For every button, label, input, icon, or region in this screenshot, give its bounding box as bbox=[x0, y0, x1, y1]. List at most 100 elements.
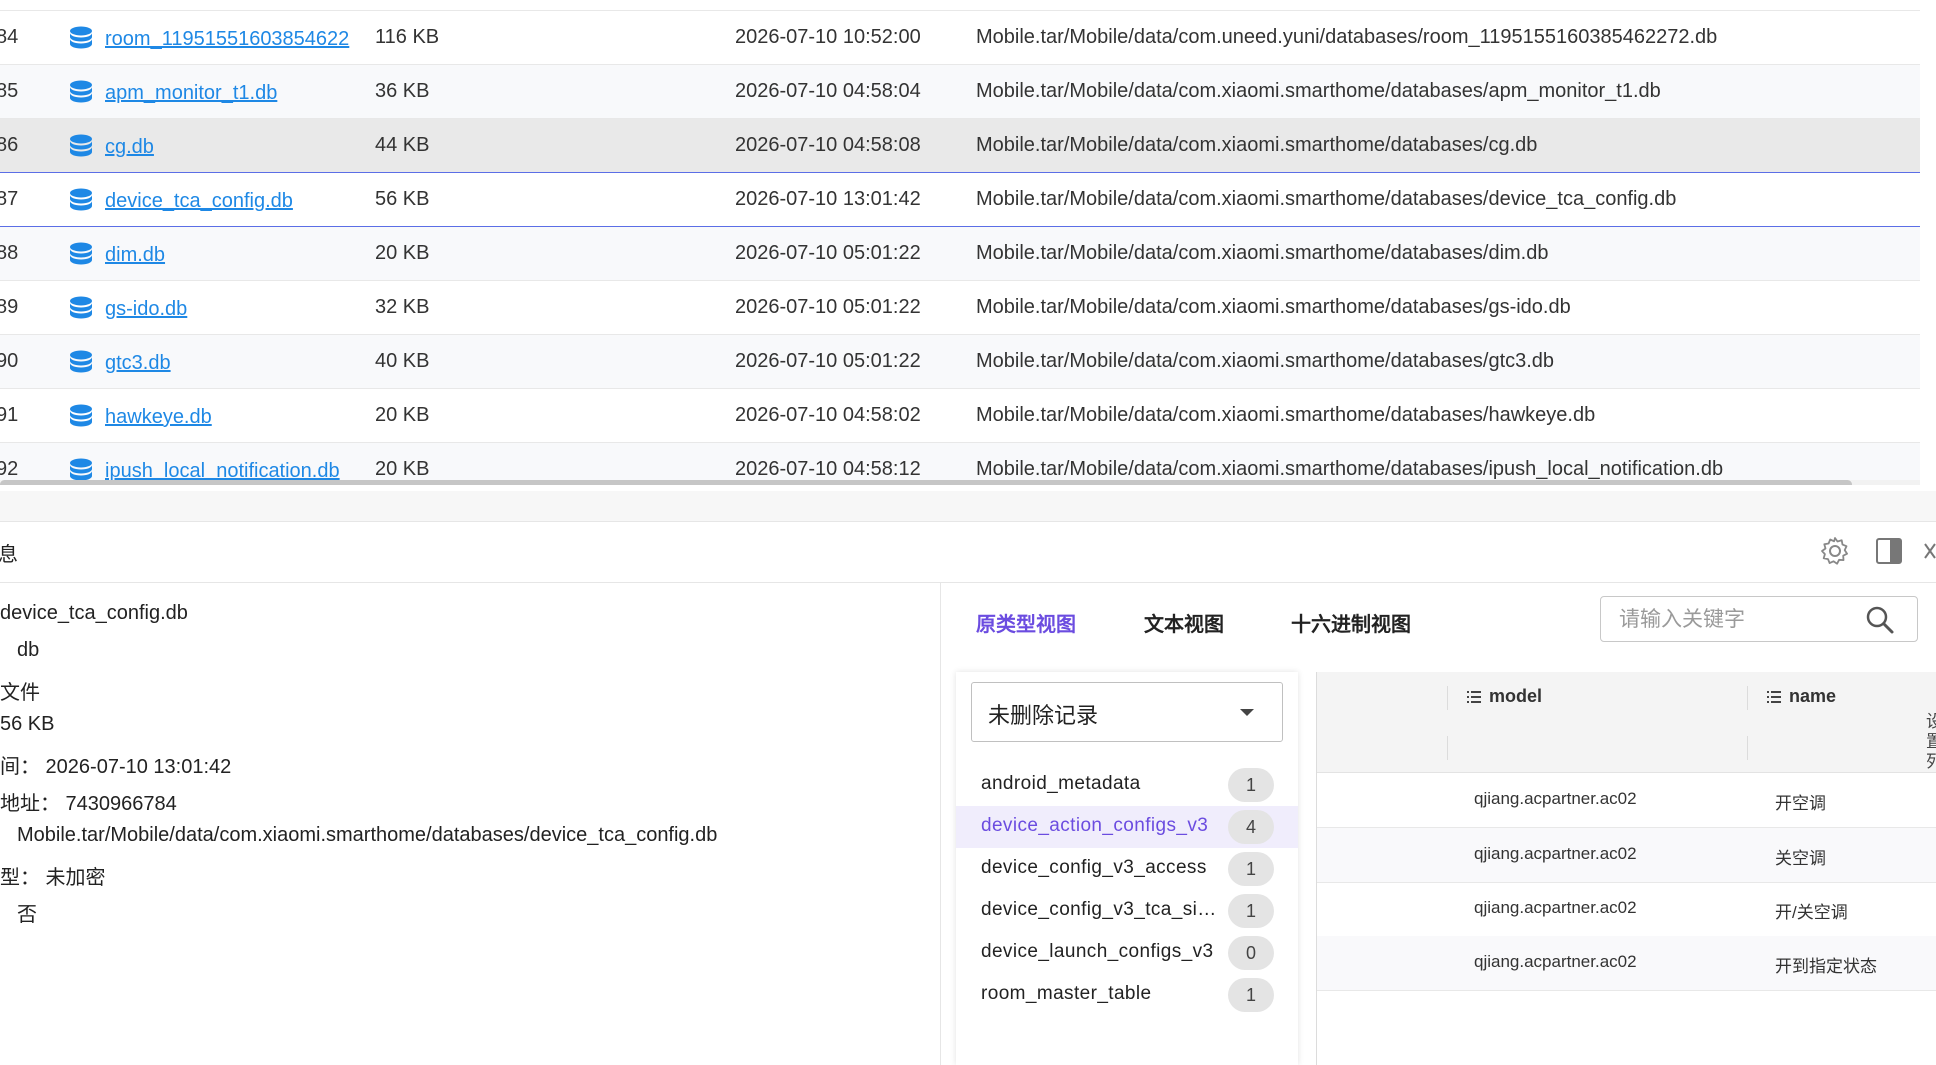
table-list-item-active[interactable]: device_action_configs_v3 4 bbox=[956, 806, 1298, 848]
tab-text-view[interactable]: 文本视图 bbox=[1144, 608, 1224, 637]
column-label: name bbox=[1789, 686, 1837, 706]
file-name-link[interactable]: room_11951551603854622 bbox=[105, 13, 349, 66]
grid-filter-row[interactable] bbox=[1317, 724, 1936, 773]
file-name-link[interactable]: gtc3.db bbox=[105, 337, 171, 390]
horizontal-scrollbar-thumb[interactable] bbox=[0, 480, 1852, 485]
chevron-down-icon bbox=[1240, 709, 1254, 716]
column-label: model bbox=[1489, 686, 1543, 706]
table-list-item[interactable]: room_master_table 1 bbox=[956, 974, 1298, 1016]
database-icon bbox=[70, 296, 92, 319]
file-modified: 2026-07-10 13:01:42 bbox=[735, 188, 921, 210]
table-row[interactable]: 86 cg.db 44 KB 2026-07-10 04:58:08 Mobil… bbox=[0, 119, 1920, 173]
menu-icon[interactable] bbox=[1767, 691, 1781, 704]
table-row[interactable]: 89 gs-ido.db 32 KB 2026-07-10 05:01:22 M… bbox=[0, 281, 1920, 335]
file-name-link[interactable]: gs-ido.db bbox=[105, 283, 187, 336]
database-icon bbox=[70, 350, 92, 373]
file-name-link[interactable]: device_tca_config.db bbox=[105, 175, 293, 228]
panel-toggle-icon[interactable] bbox=[1872, 534, 1906, 568]
property-size: 56 KB bbox=[0, 713, 55, 735]
record-filter-value: 未删除记录 bbox=[988, 703, 1099, 728]
panel-title: 息 bbox=[0, 544, 18, 566]
cell-name: 关空调 bbox=[1775, 849, 1826, 868]
column-header-name[interactable]: name bbox=[1767, 686, 1836, 707]
property-modified: 间： 2026-07-10 13:01:42 bbox=[0, 756, 232, 778]
search-input[interactable] bbox=[1617, 605, 1861, 635]
row-index: 89 bbox=[0, 296, 19, 318]
table-row[interactable]: 85 apm_monitor_t1.db 36 KB 2026-07-10 04… bbox=[0, 65, 1920, 119]
table-row[interactable]: 90 gtc3.db 40 KB 2026-07-10 05:01:22 Mob… bbox=[0, 335, 1920, 389]
row-index: 90 bbox=[0, 350, 19, 372]
table-name: device_launch_configs_v3 bbox=[981, 941, 1214, 962]
grid-row[interactable]: qjiang.acpartner.ac02 开到指定状态 bbox=[1317, 936, 1936, 991]
table-row[interactable]: 84 room_11951551603854622 116 KB 2026-07… bbox=[0, 11, 1920, 65]
close-icon[interactable] bbox=[1920, 534, 1936, 568]
file-path: Mobile.tar/Mobile/data/com.xiaomi.smarth… bbox=[976, 296, 1571, 318]
table-row[interactable]: 88 dim.db 20 KB 2026-07-10 05:01:22 Mobi… bbox=[0, 227, 1920, 281]
file-path: Mobile.tar/Mobile/data/com.xiaomi.smarth… bbox=[976, 242, 1549, 264]
cell-name: 开/关空调 bbox=[1775, 903, 1848, 922]
file-name-link[interactable]: apm_monitor_t1.db bbox=[105, 67, 277, 120]
gear-icon[interactable] bbox=[1818, 534, 1852, 568]
table-name: android_metadata bbox=[981, 773, 1141, 794]
table-list-item[interactable]: device_launch_configs_v3 0 bbox=[956, 932, 1298, 974]
record-count-badge: 1 bbox=[1228, 978, 1274, 1012]
tab-hex-view[interactable]: 十六进制视图 bbox=[1291, 608, 1411, 637]
file-modified: 2026-07-10 04:58:04 bbox=[735, 80, 921, 102]
file-path: Mobile.tar/Mobile/data/com.xiaomi.smarth… bbox=[976, 188, 1677, 210]
file-size: 56 KB bbox=[375, 188, 430, 210]
search-icon[interactable] bbox=[1865, 605, 1895, 635]
property-deleted: 否 bbox=[17, 904, 37, 926]
file-name-link[interactable]: dim.db bbox=[105, 229, 165, 282]
file-path: Mobile.tar/Mobile/data/com.xiaomi.smarth… bbox=[976, 350, 1555, 372]
property-filename: device_tca_config.db bbox=[0, 602, 188, 624]
table-name: room_master_table bbox=[981, 983, 1152, 1004]
column-separator[interactable] bbox=[1747, 686, 1748, 710]
file-modified: 2026-07-10 04:58:02 bbox=[735, 404, 921, 426]
file-path: Mobile.tar/Mobile/data/com.uneed.yuni/da… bbox=[976, 26, 1718, 48]
grid-row[interactable]: qjiang.acpartner.ac02 开空调 bbox=[1317, 773, 1936, 828]
file-name-link[interactable]: hawkeye.db bbox=[105, 391, 212, 444]
record-filter-select[interactable]: 未删除记录 bbox=[971, 682, 1283, 742]
file-name-link[interactable]: ipush_local_notification.db bbox=[105, 445, 340, 485]
row-index: 88 bbox=[0, 242, 19, 264]
table-list-item[interactable]: device_config_v3_tca_sim... 1 bbox=[956, 890, 1298, 932]
grid-row[interactable]: qjiang.acpartner.ac02 开/关空调 bbox=[1317, 882, 1936, 937]
file-size: 44 KB bbox=[375, 134, 430, 156]
grid-row[interactable]: qjiang.acpartner.ac02 关空调 bbox=[1317, 828, 1936, 883]
file-modified: 2026-07-10 05:01:22 bbox=[735, 350, 921, 372]
file-properties: device_tca_config.db db 文件 56 KB 间： 2026… bbox=[0, 583, 941, 1065]
menu-icon[interactable] bbox=[1467, 691, 1481, 704]
table-row-selected[interactable]: 87 device_tca_config.db 56 KB 2026-07-10… bbox=[0, 172, 1920, 227]
table-list-item[interactable]: device_config_v3_access 1 bbox=[956, 848, 1298, 890]
file-path: Mobile.tar/Mobile/data/com.xiaomi.smarth… bbox=[976, 80, 1661, 102]
file-path: Mobile.tar/Mobile/data/com.xiaomi.smarth… bbox=[976, 404, 1596, 426]
table-row[interactable]: 92 ipush_local_notification.db 20 KB 202… bbox=[0, 443, 1920, 485]
row-index: 84 bbox=[0, 26, 19, 48]
file-path: Mobile.tar/Mobile/data/com.xiaomi.smarth… bbox=[976, 458, 1724, 480]
file-size: 20 KB bbox=[375, 242, 430, 264]
column-separator bbox=[1447, 736, 1448, 760]
info-panel-header: 息 bbox=[0, 522, 1936, 583]
record-count-badge: 0 bbox=[1228, 936, 1274, 970]
cell-model: qjiang.acpartner.ac02 bbox=[1474, 898, 1637, 917]
file-size: 20 KB bbox=[375, 404, 430, 426]
property-type: 文件 bbox=[0, 682, 40, 704]
database-icon bbox=[70, 134, 92, 157]
column-settings-tab[interactable]: 设置列 bbox=[1926, 712, 1936, 772]
table-list-item[interactable]: android_metadata 1 bbox=[956, 764, 1298, 806]
table-row[interactable]: 91 hawkeye.db 20 KB 2026-07-10 04:58:02 … bbox=[0, 389, 1920, 443]
panel-splitter[interactable] bbox=[0, 491, 1936, 522]
file-modified: 2026-07-10 04:58:08 bbox=[735, 134, 921, 156]
file-name-link[interactable]: cg.db bbox=[105, 121, 154, 174]
database-icon bbox=[70, 26, 92, 49]
tab-native-view[interactable]: 原类型视图 bbox=[976, 608, 1076, 637]
property-path: Mobile.tar/Mobile/data/com.xiaomi.smarth… bbox=[17, 824, 718, 846]
row-index: 92 bbox=[0, 458, 19, 480]
table-list-panel: 未删除记录 android_metadata 1 device_action_c… bbox=[956, 672, 1298, 1065]
column-separator[interactable] bbox=[1447, 686, 1448, 710]
file-modified: 2026-07-10 05:01:22 bbox=[735, 296, 921, 318]
table-name: device_config_v3_access bbox=[981, 857, 1207, 878]
column-header-model[interactable]: model bbox=[1467, 686, 1542, 707]
cell-model: qjiang.acpartner.ac02 bbox=[1474, 789, 1637, 808]
record-count-badge: 1 bbox=[1228, 852, 1274, 886]
